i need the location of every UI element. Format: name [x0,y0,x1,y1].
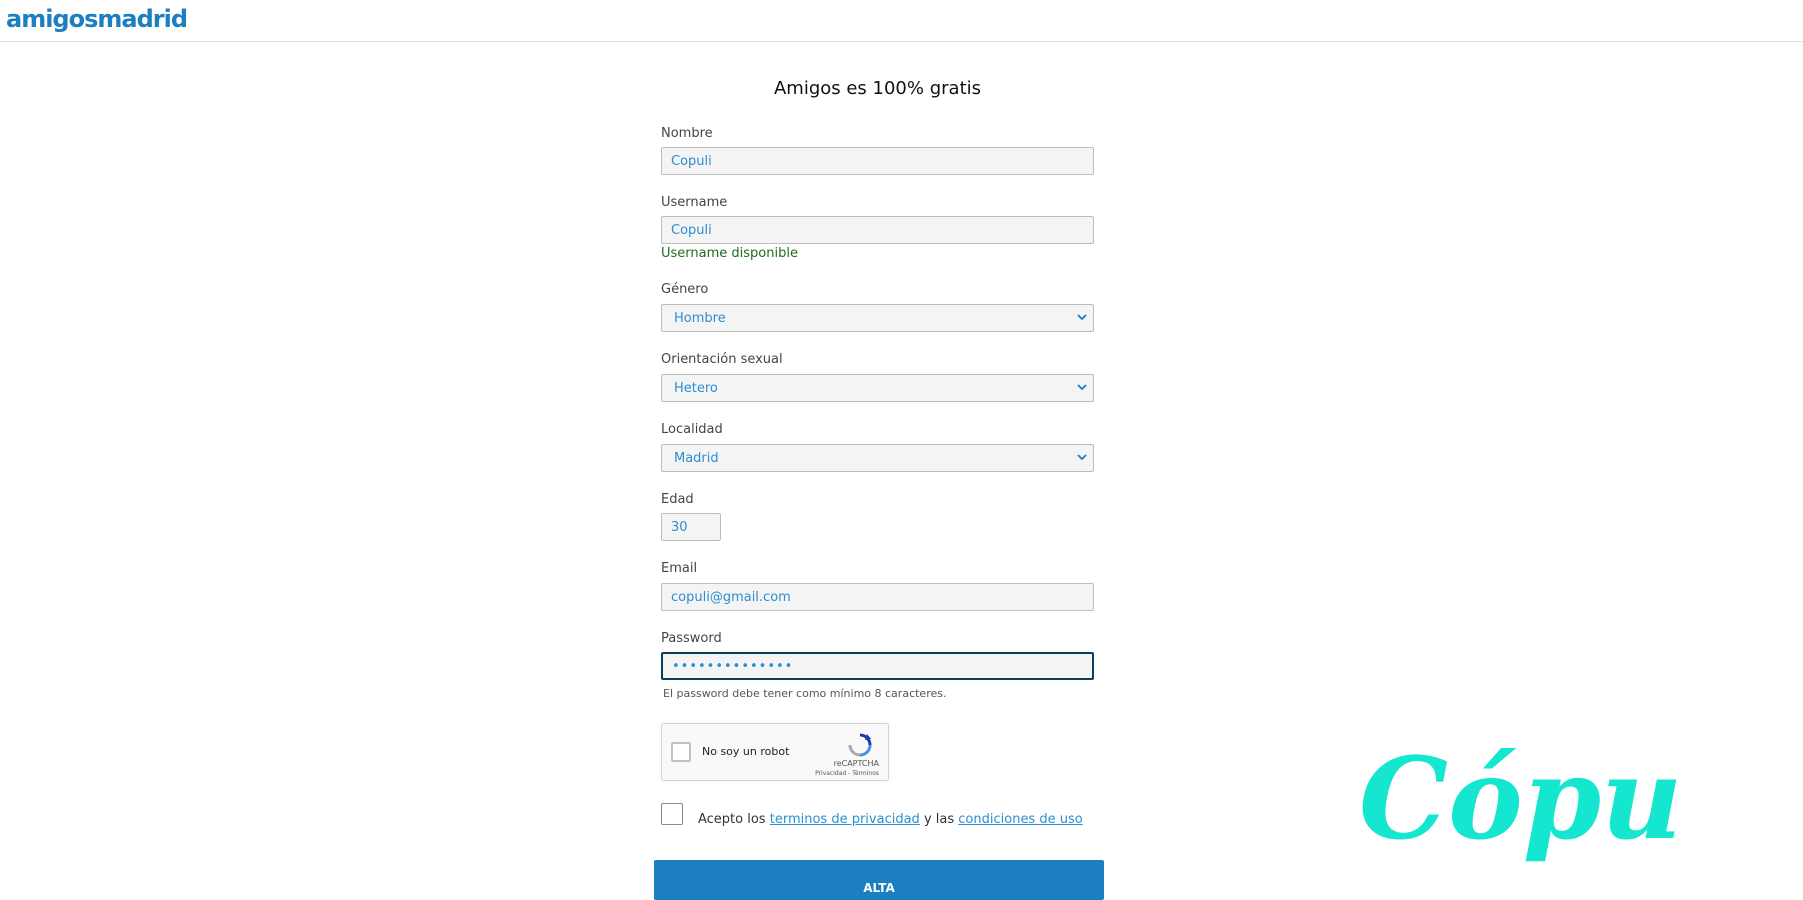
conditions-link[interactable]: condiciones de uso [958,812,1082,827]
chevron-down-icon [1077,314,1087,321]
password-label: Password [661,631,722,646]
recaptcha-checkbox[interactable] [671,742,691,762]
orientacion-selected-value: Hetero [674,381,718,396]
terms-prefix: Acepto los [698,812,766,827]
copuli-watermark: Cópuli [1359,734,1685,865]
username-label: Username [661,195,728,210]
form-title: Amigos es 100% gratis [773,78,982,99]
top-header: amigosmadrid [0,0,1803,42]
localidad-selected-value: Madrid [674,451,719,466]
terms-middle: y las [923,812,955,827]
orientacion-label: Orientación sexual [661,352,783,367]
recaptcha-label: No soy un robot [702,745,790,758]
password-input[interactable]: •••••••••••••• [661,652,1094,680]
localidad-select[interactable]: Madrid [661,444,1094,472]
genero-selected-value: Hombre [674,311,726,326]
genero-select[interactable]: Hombre [661,304,1094,332]
password-hint: El password debe tener como mínimo 8 car… [663,687,947,700]
orientacion-select[interactable]: Hetero [661,374,1094,402]
watermark-text: Cópuli [1359,734,1685,865]
chevron-down-icon [1077,454,1087,461]
nombre-input[interactable]: Copuli [661,147,1094,175]
site-logo[interactable]: amigosmadrid [6,5,188,33]
edad-input[interactable]: 30 [661,513,721,541]
recaptcha-widget: No soy un robot reCAPTCHA Privacidad - T… [661,723,889,781]
terms-text: Acepto los terminos de privacidad y las … [698,812,1083,827]
privacy-terms-link[interactable]: terminos de privacidad [770,812,920,827]
email-input[interactable]: copuli@gmail.com [661,583,1094,611]
recaptcha-logo-icon [848,733,872,757]
username-status: Username disponible [661,246,798,261]
email-label: Email [661,561,698,576]
chevron-down-icon [1077,384,1087,391]
recaptcha-brand: reCAPTCHA [833,759,879,768]
terms-checkbox[interactable] [661,803,683,825]
nombre-label: Nombre [661,126,713,141]
alta-button[interactable]: ALTA [654,860,1104,900]
genero-label: Género [661,282,709,297]
recaptcha-links[interactable]: Privacidad - Términos [815,770,879,777]
edad-label: Edad [661,492,694,507]
username-input[interactable]: Copuli [661,216,1094,244]
localidad-label: Localidad [661,422,723,437]
